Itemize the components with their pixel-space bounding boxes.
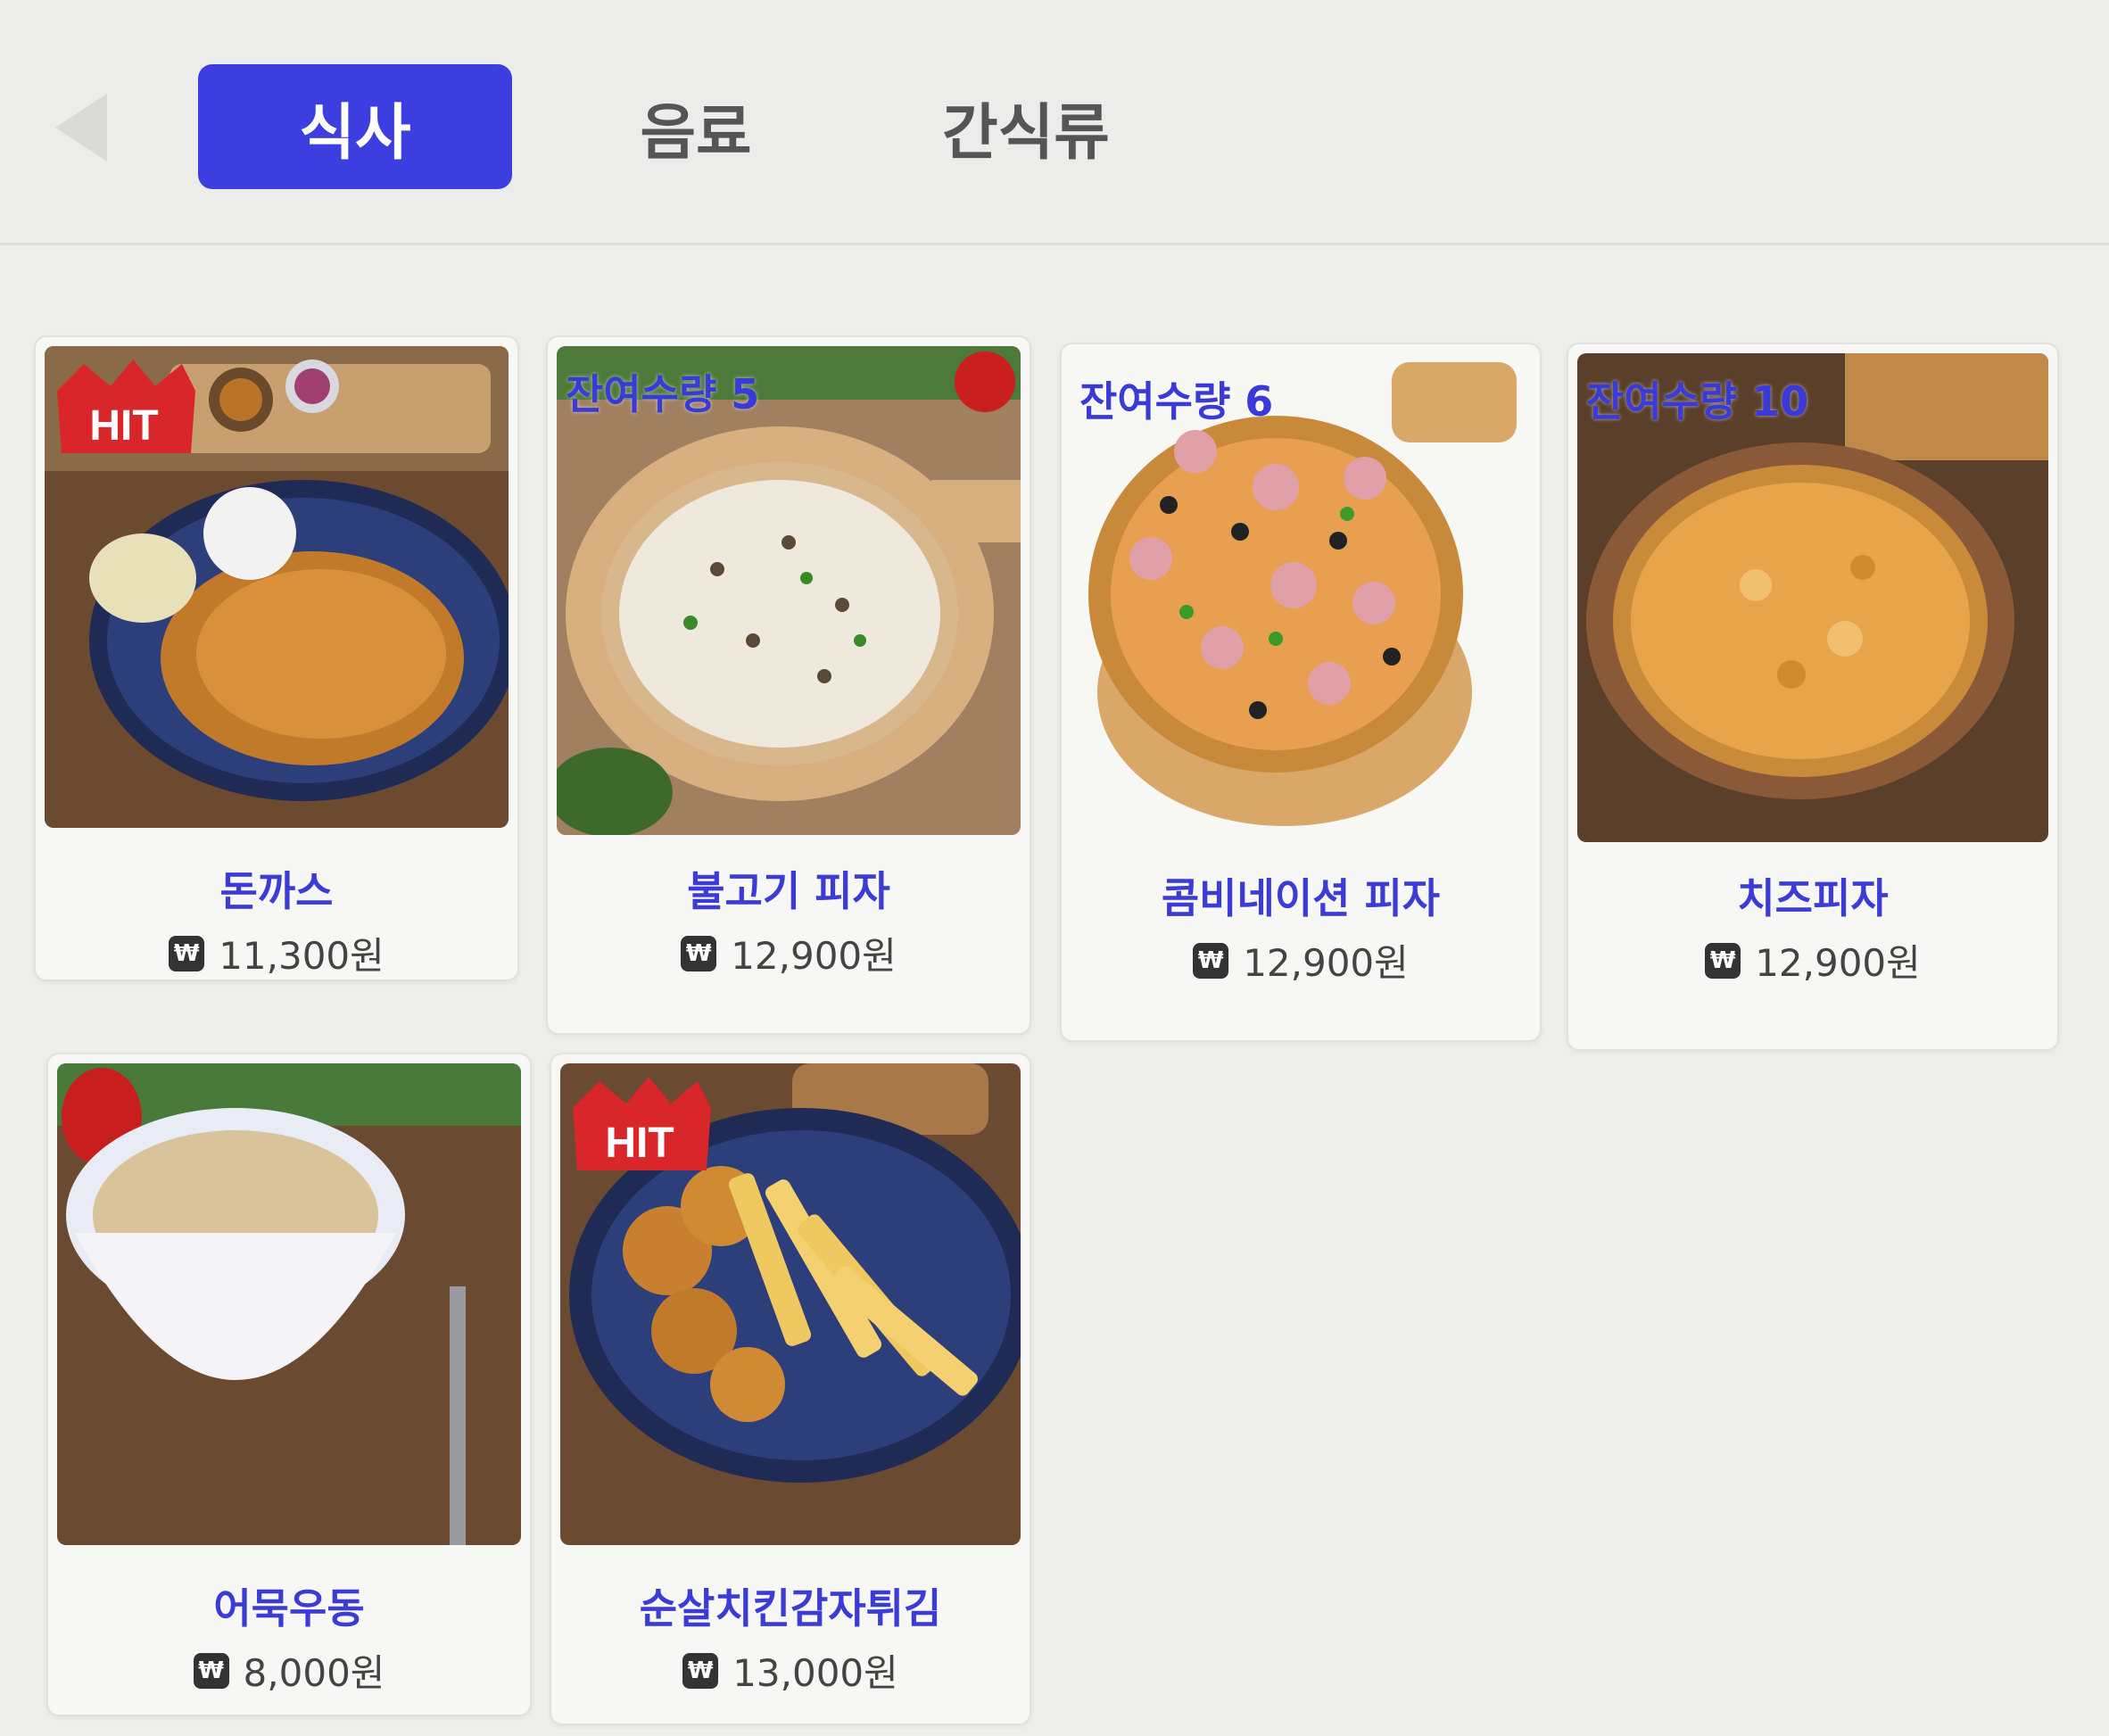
menu-item-price: ₩ 13,000원 bbox=[551, 1643, 1030, 1698]
menu-item-price: ₩ 12,900원 bbox=[548, 926, 1030, 980]
won-icon: ₩ bbox=[169, 935, 205, 971]
category-tab-bar: 식사 음료 간식류 bbox=[0, 0, 2109, 245]
hit-badge-icon: HIT bbox=[48, 355, 200, 462]
menu-item-name: 치즈피자 bbox=[1737, 874, 1889, 922]
price-text: 12,900원 bbox=[1755, 941, 1921, 985]
tab-drinks[interactable]: 음료 bbox=[616, 64, 776, 189]
menu-card-chicken-fries[interactable]: HIT 순살치킨감자튀김 ₩ 13,000원 bbox=[550, 1053, 1031, 1725]
price-text: 8,000원 bbox=[243, 1651, 385, 1695]
svg-text:HIT: HIT bbox=[605, 1120, 674, 1167]
back-arrow-icon[interactable] bbox=[55, 94, 107, 161]
price-text: 11,300원 bbox=[219, 934, 385, 978]
won-icon: ₩ bbox=[682, 1652, 719, 1689]
menu-item-price: ₩ 12,900원 bbox=[1062, 933, 1540, 988]
price-text: 12,900원 bbox=[731, 934, 897, 978]
menu-item-price: ₩ 8,000원 bbox=[48, 1643, 530, 1698]
won-icon: ₩ bbox=[1705, 942, 1741, 979]
menu-item-name: 순살치킨감자튀김 bbox=[639, 1584, 942, 1633]
menu-card-combination-pizza[interactable]: 잔여수량 6 콤비네이션 피자 ₩ 12,900원 bbox=[1060, 343, 1542, 1042]
menu-item-name: 콤비네이션 피자 bbox=[1161, 874, 1441, 922]
stock-remaining-label: 잔여수량 5 bbox=[566, 370, 760, 418]
won-icon: ₩ bbox=[193, 1652, 229, 1689]
menu-card-cheese-pizza[interactable]: 잔여수량 10 치즈피자 ₩ 12,900원 bbox=[1567, 343, 2059, 1051]
stock-remaining-label: 잔여수량 6 bbox=[1079, 377, 1274, 426]
tab-snacks[interactable]: 간식류 bbox=[928, 64, 1124, 189]
menu-item-image bbox=[57, 1063, 521, 1545]
tab-meal[interactable]: 식사 bbox=[198, 64, 512, 189]
menu-item-name: 돈까스 bbox=[219, 867, 334, 915]
won-icon: ₩ bbox=[681, 935, 717, 971]
won-icon: ₩ bbox=[1193, 942, 1229, 979]
menu-item-name: 어묵우동 bbox=[213, 1584, 365, 1633]
menu-card-donkatsu[interactable]: HIT 돈까스 ₩ 11,300원 bbox=[34, 335, 519, 981]
price-text: 12,900원 bbox=[1243, 941, 1409, 985]
menu-item-price: ₩ 11,300원 bbox=[36, 926, 517, 980]
svg-text:HIT: HIT bbox=[89, 402, 158, 450]
menu-item-name: 불고기 피자 bbox=[687, 867, 890, 915]
menu-card-fishcake-udon[interactable]: 어묵우동 ₩ 8,000원 bbox=[46, 1053, 532, 1716]
menu-card-bulgogi-pizza[interactable]: 잔여수량 5 불고기 피자 ₩ 12,900원 bbox=[546, 335, 1031, 1035]
hit-badge-icon: HIT bbox=[564, 1072, 715, 1179]
menu-item-price: ₩ 12,900원 bbox=[1568, 933, 2057, 988]
price-text: 13,000원 bbox=[732, 1651, 898, 1695]
stock-remaining-label: 잔여수량 10 bbox=[1586, 377, 1809, 426]
